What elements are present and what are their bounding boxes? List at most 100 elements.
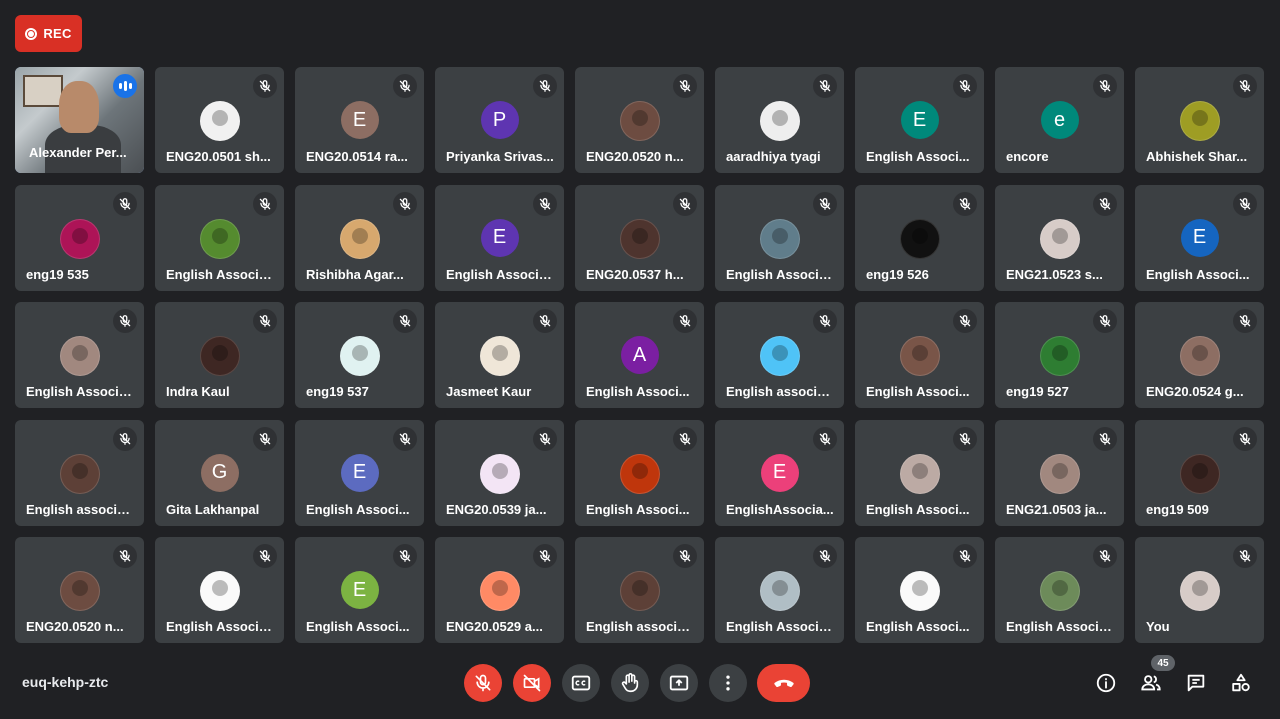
participant-tile[interactable]: aaradhiya tyagi — [715, 67, 844, 173]
participant-tile[interactable]: ENG21.0523 s... — [995, 184, 1124, 291]
participant-tile[interactable]: A English Associ... — [575, 302, 704, 408]
participant-tile[interactable]: English Associa... — [15, 302, 144, 408]
participant-tile[interactable]: E English Associ... — [295, 537, 424, 643]
avatar: E — [340, 453, 379, 492]
participant-tile[interactable]: Indra Kaul — [155, 302, 284, 408]
participant-tile[interactable]: English associa... — [575, 537, 704, 643]
participant-name: EnglishAssocia... — [726, 501, 834, 517]
participant-tile[interactable]: ENG20.0537 h... — [575, 184, 704, 291]
participant-name: eng19 509 — [1146, 501, 1209, 517]
participant-tile[interactable]: eng19 509 — [1135, 419, 1264, 526]
participant-tile[interactable]: English associa... — [715, 302, 844, 408]
participant-tile[interactable]: E English Associa... — [435, 184, 564, 291]
participant-name: Alexander Per... — [29, 145, 127, 160]
more-options-button[interactable] — [709, 664, 747, 702]
participant-tile[interactable]: E ENG20.0514 ra... — [295, 67, 424, 173]
mic-muted-icon — [393, 426, 417, 451]
participant-tile[interactable]: ENG20.0539 ja... — [435, 419, 564, 526]
participant-tile[interactable]: ENG21.0503 ja... — [995, 419, 1124, 526]
participant-tile[interactable]: Jasmeet Kaur — [435, 302, 564, 408]
participant-name: English Associa... — [1006, 619, 1114, 634]
participant-grid: Alexander Per... ENG20.0501 sh... E ENG20.0… — [15, 67, 1264, 643]
participant-name: English Associ... — [866, 384, 970, 399]
participant-tile[interactable]: P Priyanka Srivas... — [435, 67, 564, 173]
participant-tile[interactable]: E EnglishAssocia... — [715, 419, 844, 526]
participant-tile[interactable]: English Associa... — [715, 537, 844, 643]
activities-icon — [1232, 673, 1250, 692]
participant-tile[interactable]: Rishibha Agar... — [295, 184, 424, 291]
chat-button[interactable] — [1182, 669, 1210, 697]
participant-name: ENG20.0537 h... — [586, 266, 684, 282]
participant-tile[interactable]: G Gita Lakhanpal — [155, 419, 284, 526]
microphone-toggle-button[interactable] — [464, 664, 502, 702]
participant-tile[interactable]: eng19 535 — [15, 184, 144, 291]
mic-muted-icon — [1093, 74, 1117, 98]
participant-tile[interactable]: English Associa... — [155, 184, 284, 291]
participant-name: ENG21.0503 ja... — [1006, 501, 1107, 517]
avatar — [759, 101, 800, 141]
mic-muted-icon — [1233, 544, 1257, 568]
participant-name: English Associ... — [306, 619, 410, 634]
self-view-tile[interactable]: You — [1135, 537, 1264, 643]
participant-name: Indra Kaul — [166, 384, 230, 399]
participant-tile[interactable]: e encore — [995, 67, 1124, 173]
mic-muted-icon — [533, 544, 557, 568]
mic-muted-icon — [1093, 191, 1117, 216]
avatar — [759, 218, 800, 259]
participant-name: ENG21.0523 s... — [1006, 266, 1103, 282]
participant-tile[interactable]: E English Associ... — [1135, 184, 1264, 291]
participant-tile[interactable]: English Associa... — [715, 184, 844, 291]
participant-tile[interactable]: ENG20.0529 a... — [435, 537, 564, 643]
participant-tile[interactable]: Alexander Per... — [15, 67, 144, 173]
participant-name: eng19 535 — [26, 266, 89, 282]
mic-off-icon — [475, 674, 491, 692]
avatar: E — [1180, 218, 1219, 257]
avatar: e — [1040, 101, 1079, 139]
mic-muted-icon — [673, 544, 697, 568]
leave-call-button[interactable] — [757, 664, 810, 702]
participant-tile[interactable]: English Associ... — [855, 302, 984, 408]
participant-tile[interactable]: eng19 527 — [995, 302, 1124, 408]
participant-tile[interactable]: ENG20.0524 g... — [1135, 302, 1264, 408]
avatar — [479, 453, 520, 494]
avatar — [479, 336, 520, 376]
people-icon — [1141, 675, 1161, 691]
participant-tile[interactable]: eng19 526 — [855, 184, 984, 291]
participant-tile[interactable]: English Associ... — [575, 419, 704, 526]
participant-tile[interactable]: ENG20.0501 sh... — [155, 67, 284, 173]
participant-tile[interactable]: English associa... — [15, 419, 144, 526]
participant-name: English Associ... — [586, 501, 690, 517]
participant-tile[interactable]: English Associ... — [855, 419, 984, 526]
participant-tile[interactable]: English Associ... — [855, 537, 984, 643]
participant-tile[interactable]: English Associa... — [155, 537, 284, 643]
participant-name: ENG20.0529 a... — [446, 619, 543, 634]
avatar — [1179, 571, 1220, 611]
avatar: E — [900, 101, 939, 139]
participant-name: ENG20.0514 ra... — [306, 149, 408, 164]
participants-button[interactable] — [1137, 669, 1165, 697]
participant-tile[interactable]: E English Associ... — [855, 67, 984, 173]
meeting-details-button[interactable] — [1092, 669, 1120, 697]
present-screen-button[interactable] — [660, 664, 698, 702]
participant-tile[interactable]: ENG20.0520 n... — [575, 67, 704, 173]
captions-button[interactable] — [562, 664, 600, 702]
participant-name: English Associa... — [166, 266, 274, 282]
record-icon — [25, 27, 38, 40]
participant-tile[interactable]: ENG20.0520 n... — [15, 537, 144, 643]
mic-muted-icon — [533, 309, 557, 333]
participant-tile[interactable]: English Associa... — [995, 537, 1124, 643]
present-screen-icon — [669, 675, 689, 691]
participant-name: ENG20.0520 n... — [586, 149, 684, 164]
participant-tile[interactable]: Abhishek Shar... — [1135, 67, 1264, 173]
participant-tile[interactable]: eng19 537 — [295, 302, 424, 408]
participant-name: eng19 526 — [866, 266, 929, 282]
raise-hand-button[interactable] — [611, 664, 649, 702]
hang-up-icon — [773, 679, 794, 688]
chat-icon — [1187, 674, 1205, 692]
activities-button[interactable] — [1227, 669, 1255, 697]
avatar — [759, 336, 800, 376]
camera-toggle-button[interactable] — [513, 664, 551, 702]
participant-tile[interactable]: E English Associ... — [295, 419, 424, 526]
mic-muted-icon — [393, 191, 417, 216]
mic-muted-icon — [393, 309, 417, 333]
